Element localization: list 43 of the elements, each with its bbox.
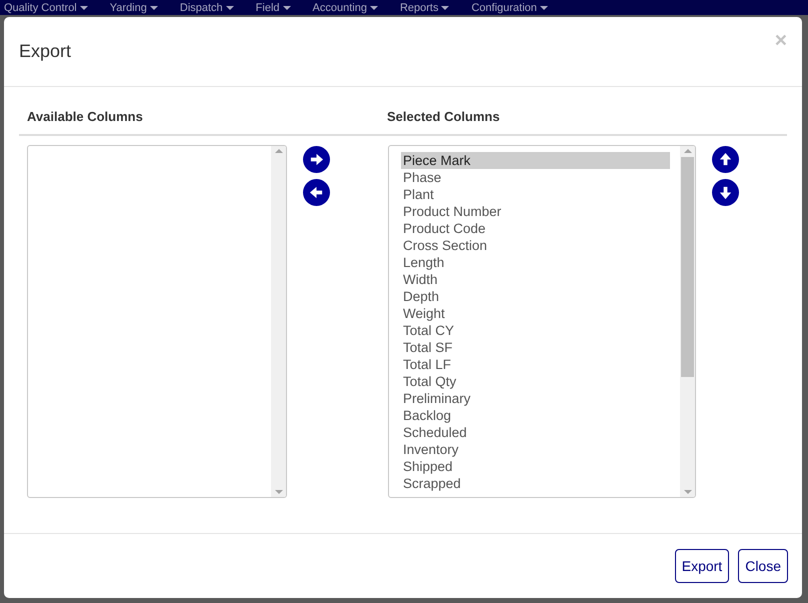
list-item[interactable]: Total Qty	[401, 373, 670, 390]
selected-columns-list[interactable]: Piece Mark Phase Plant Product Number Product Code Cross Section Length Width Depth Weight Total CY Total SF Total LF Total Qty Preliminary Backlog Scheduled Inventory Shipped Scrapped	[388, 145, 696, 498]
move-left-button[interactable]	[303, 179, 330, 206]
list-item[interactable]: Scrapped	[401, 475, 670, 492]
list-item[interactable]: Total CY	[401, 322, 670, 339]
list-item[interactable]: Piece Mark	[401, 152, 670, 169]
list-item[interactable]: Total LF	[401, 356, 670, 373]
arrow-right-icon	[309, 152, 324, 167]
dialog-title: Export	[19, 41, 72, 62]
list-item[interactable]: Scheduled	[401, 424, 670, 441]
arrow-down-icon	[718, 185, 733, 200]
nav-menu-item[interactable]: Reports	[400, 2, 450, 14]
list-item[interactable]: Total SF	[401, 339, 670, 356]
list-item[interactable]: Product Code	[401, 220, 670, 237]
nav-menu-item[interactable]: Yarding	[110, 2, 158, 14]
scrollbar[interactable]	[271, 146, 286, 497]
list-item[interactable]: Width	[401, 271, 670, 288]
list-item[interactable]: Preliminary	[401, 390, 670, 407]
list-item[interactable]: Weight	[401, 305, 670, 322]
list-item[interactable]: Product Number	[401, 203, 670, 220]
move-up-button[interactable]	[712, 146, 739, 173]
scrollbar[interactable]	[680, 146, 695, 497]
list-item[interactable]: Inventory	[401, 441, 670, 458]
column-heading: Available Columns	[27, 109, 144, 124]
list-item[interactable]: Plant	[401, 186, 670, 203]
nav-menu-item[interactable]: Field	[256, 2, 291, 14]
nav-menu-item[interactable]: Accounting	[312, 2, 378, 14]
list-item[interactable]: Phase	[401, 169, 670, 186]
column-heading: Selected Columns	[387, 109, 501, 124]
list-item[interactable]: Length	[401, 254, 670, 271]
arrow-left-icon	[309, 185, 324, 200]
list-item[interactable]: Depth	[401, 288, 670, 305]
nav-menu-item[interactable]: Configuration	[471, 2, 548, 14]
nav-menu-item[interactable]: Quality Control	[4, 2, 88, 14]
list-item[interactable]: Backlog	[401, 407, 670, 424]
move-right-button[interactable]	[303, 146, 330, 173]
arrow-up-icon	[718, 152, 733, 167]
close-button[interactable]: Close	[738, 549, 788, 583]
move-down-button[interactable]	[712, 179, 739, 206]
list-item[interactable]: Cross Section	[401, 237, 670, 254]
list-item[interactable]: Shipped	[401, 458, 670, 475]
nav-menu-item[interactable]: Dispatch	[180, 2, 234, 14]
export-button[interactable]: Export	[674, 549, 730, 583]
